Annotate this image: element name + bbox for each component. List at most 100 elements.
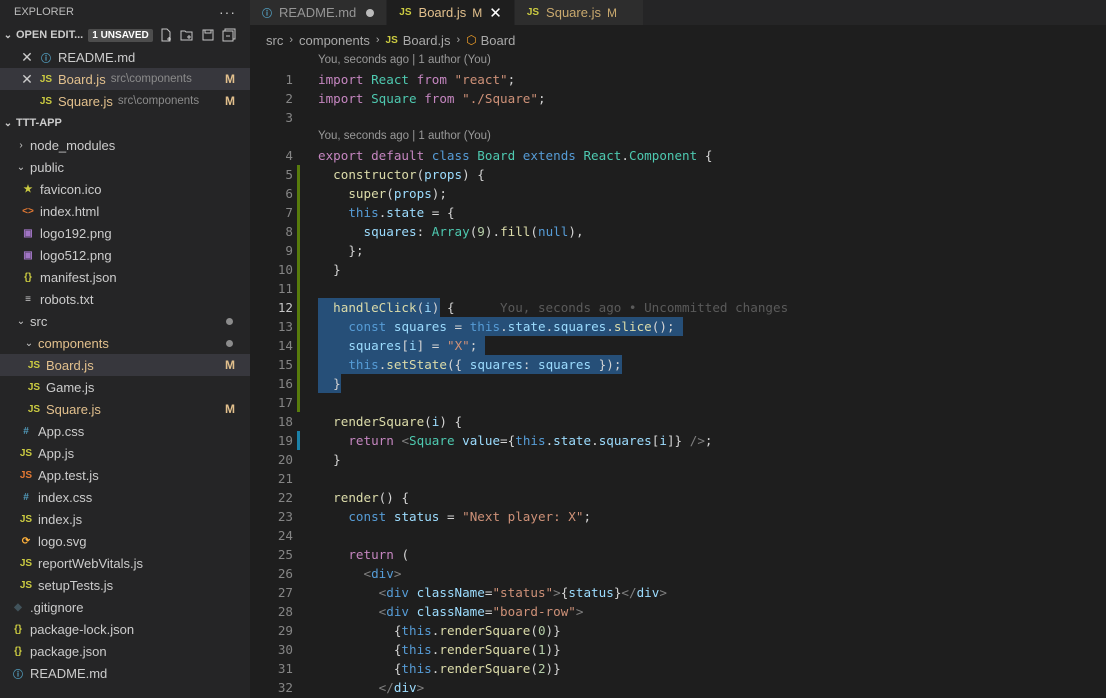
- code-editor[interactable]: You, seconds ago | 1 author (You) 1 import…: [250, 51, 1106, 698]
- tree-file[interactable]: # App.css: [0, 420, 250, 442]
- tree-file[interactable]: JS App.test.js: [0, 464, 250, 486]
- git-added-marker[interactable]: [297, 355, 300, 374]
- code-line[interactable]: 22 render() {: [250, 488, 1106, 507]
- code-line[interactable]: 9 };: [250, 241, 1106, 260]
- git-added-marker[interactable]: [297, 203, 300, 222]
- code-line[interactable]: 26 <div>: [250, 564, 1106, 583]
- tree-file[interactable]: ◆ .gitignore: [0, 596, 250, 618]
- tree-file[interactable]: JS index.js: [0, 508, 250, 530]
- project-header[interactable]: ⌄ TTT-APP: [0, 112, 250, 134]
- breadcrumb-item[interactable]: Board.js: [403, 33, 451, 48]
- breadcrumb-item[interactable]: src: [266, 33, 283, 48]
- codelens-author[interactable]: You, seconds ago | 1 author (You): [318, 51, 491, 70]
- collapse-all-icon[interactable]: [222, 28, 236, 42]
- code-line[interactable]: 5 constructor(props) {: [250, 165, 1106, 184]
- code-line[interactable]: 19 return <Square value={this.state.squa…: [250, 431, 1106, 450]
- git-added-marker[interactable]: [297, 336, 300, 355]
- code-line[interactable]: 27 <div className="status">{status}</div…: [250, 583, 1106, 602]
- code-line[interactable]: 12 handleClick(i) { You, seconds ago • U…: [250, 298, 1106, 317]
- code-line[interactable]: 10 }: [250, 260, 1106, 279]
- code-line[interactable]: 30 {this.renderSquare(1)}: [250, 640, 1106, 659]
- code-line[interactable]: 25 return (: [250, 545, 1106, 564]
- code-line[interactable]: 23 const status = "Next player: X";: [250, 507, 1106, 526]
- git-added-marker[interactable]: [297, 184, 300, 203]
- code-line[interactable]: 1 import React from "react";: [250, 70, 1106, 89]
- unsaved-dot-icon[interactable]: [366, 8, 375, 17]
- tree-file[interactable]: ▣ logo192.png: [0, 222, 250, 244]
- code-line[interactable]: 16 }: [250, 374, 1106, 393]
- code-line[interactable]: 2 import Square from "./Square";: [250, 89, 1106, 108]
- breadcrumb-item[interactable]: Board: [481, 33, 516, 48]
- code-line[interactable]: 18 renderSquare(i) {: [250, 412, 1106, 431]
- code-line[interactable]: 20 }: [250, 450, 1106, 469]
- code-line[interactable]: 29 {this.renderSquare(0)}: [250, 621, 1106, 640]
- code-line[interactable]: 3: [250, 108, 1106, 127]
- tree-folder-public[interactable]: ⌄ public: [0, 156, 250, 178]
- tree-folder-node-modules[interactable]: › node_modules: [0, 134, 250, 156]
- breadcrumb-item[interactable]: components: [299, 33, 370, 48]
- chevron-right-icon: ›: [456, 34, 461, 46]
- git-added-marker[interactable]: [297, 279, 300, 298]
- git-added-marker[interactable]: [297, 374, 300, 393]
- tree-file[interactable]: JS App.js: [0, 442, 250, 464]
- tab-board[interactable]: JS Board.js M ✕: [387, 0, 515, 25]
- tree-file[interactable]: JS Square.js M: [0, 398, 250, 420]
- tree-file[interactable]: {} package.json: [0, 640, 250, 662]
- tree-file-selected[interactable]: JS Board.js M: [0, 354, 250, 376]
- tree-file[interactable]: ⓘ README.md: [0, 662, 250, 684]
- code-line[interactable]: 28 <div className="board-row">: [250, 602, 1106, 621]
- tree-file[interactable]: ≡ robots.txt: [0, 288, 250, 310]
- tree-file[interactable]: JS reportWebVitals.js: [0, 552, 250, 574]
- new-file-icon[interactable]: [159, 28, 173, 42]
- open-editor-item[interactable]: ✕ ⓘ README.md: [0, 46, 250, 68]
- code-line[interactable]: 32 </div>: [250, 678, 1106, 697]
- git-added-marker[interactable]: [297, 393, 300, 412]
- save-all-icon[interactable]: [201, 28, 215, 42]
- explorer-title: EXPLORER: [14, 6, 74, 18]
- tree-file[interactable]: JS setupTests.js: [0, 574, 250, 596]
- more-actions-icon[interactable]: ···: [219, 4, 236, 20]
- code-line[interactable]: 21: [250, 469, 1106, 488]
- git-added-marker[interactable]: [297, 241, 300, 260]
- tree-file[interactable]: JS Game.js: [0, 376, 250, 398]
- line-number: 13: [277, 319, 293, 334]
- code-line[interactable]: 7 this.state = {: [250, 203, 1106, 222]
- git-added-marker[interactable]: [297, 317, 300, 336]
- code-line[interactable]: 8 squares: Array(9).fill(null),: [250, 222, 1106, 241]
- git-changed-marker[interactable]: [297, 431, 300, 450]
- code-line[interactable]: 15 this.setState({ squares: squares });: [250, 355, 1106, 374]
- git-added-marker[interactable]: [297, 260, 300, 279]
- tree-file[interactable]: ★ favicon.ico: [0, 178, 250, 200]
- code-line[interactable]: 14 squares[i] = "X";: [250, 336, 1106, 355]
- git-added-marker[interactable]: [297, 222, 300, 241]
- code-line[interactable]: 24: [250, 526, 1106, 545]
- code-line[interactable]: 17: [250, 393, 1106, 412]
- close-icon[interactable]: ✕: [20, 49, 34, 66]
- new-folder-icon[interactable]: [180, 28, 194, 42]
- git-added-marker[interactable]: [297, 165, 300, 184]
- line-number: 16: [277, 376, 293, 391]
- code-line[interactable]: 4 export default class Board extends Reac…: [250, 146, 1106, 165]
- tree-file[interactable]: <> index.html: [0, 200, 250, 222]
- open-editor-item[interactable]: ✕ JS Square.js src\components M: [0, 90, 250, 112]
- tree-file[interactable]: ⟳ logo.svg: [0, 530, 250, 552]
- code-line[interactable]: 31 {this.renderSquare(2)}: [250, 659, 1106, 678]
- tree-folder-components[interactable]: ⌄ components: [0, 332, 250, 354]
- code-line[interactable]: 11: [250, 279, 1106, 298]
- open-editors-actions: [159, 28, 236, 42]
- tree-folder-src[interactable]: ⌄ src: [0, 310, 250, 332]
- git-added-marker[interactable]: [297, 298, 300, 317]
- tree-file[interactable]: {} manifest.json: [0, 266, 250, 288]
- code-line[interactable]: 6 super(props);: [250, 184, 1106, 203]
- tab-readme[interactable]: ⓘ README.md: [250, 0, 388, 25]
- tree-file[interactable]: # index.css: [0, 486, 250, 508]
- tree-file[interactable]: ▣ logo512.png: [0, 244, 250, 266]
- open-editors-header[interactable]: ⌄ OPEN EDIT... 1 UNSAVED: [0, 24, 250, 46]
- close-icon[interactable]: ✕: [489, 4, 502, 22]
- tree-file[interactable]: {} package-lock.json: [0, 618, 250, 640]
- close-icon[interactable]: ✕: [20, 71, 34, 88]
- tab-square[interactable]: JS Square.js M: [514, 0, 644, 25]
- codelens-author[interactable]: You, seconds ago | 1 author (You): [318, 127, 491, 146]
- code-line[interactable]: 13 const squares = this.state.squares.sl…: [250, 317, 1106, 336]
- open-editor-item[interactable]: ✕ JS Board.js src\components M: [0, 68, 250, 90]
